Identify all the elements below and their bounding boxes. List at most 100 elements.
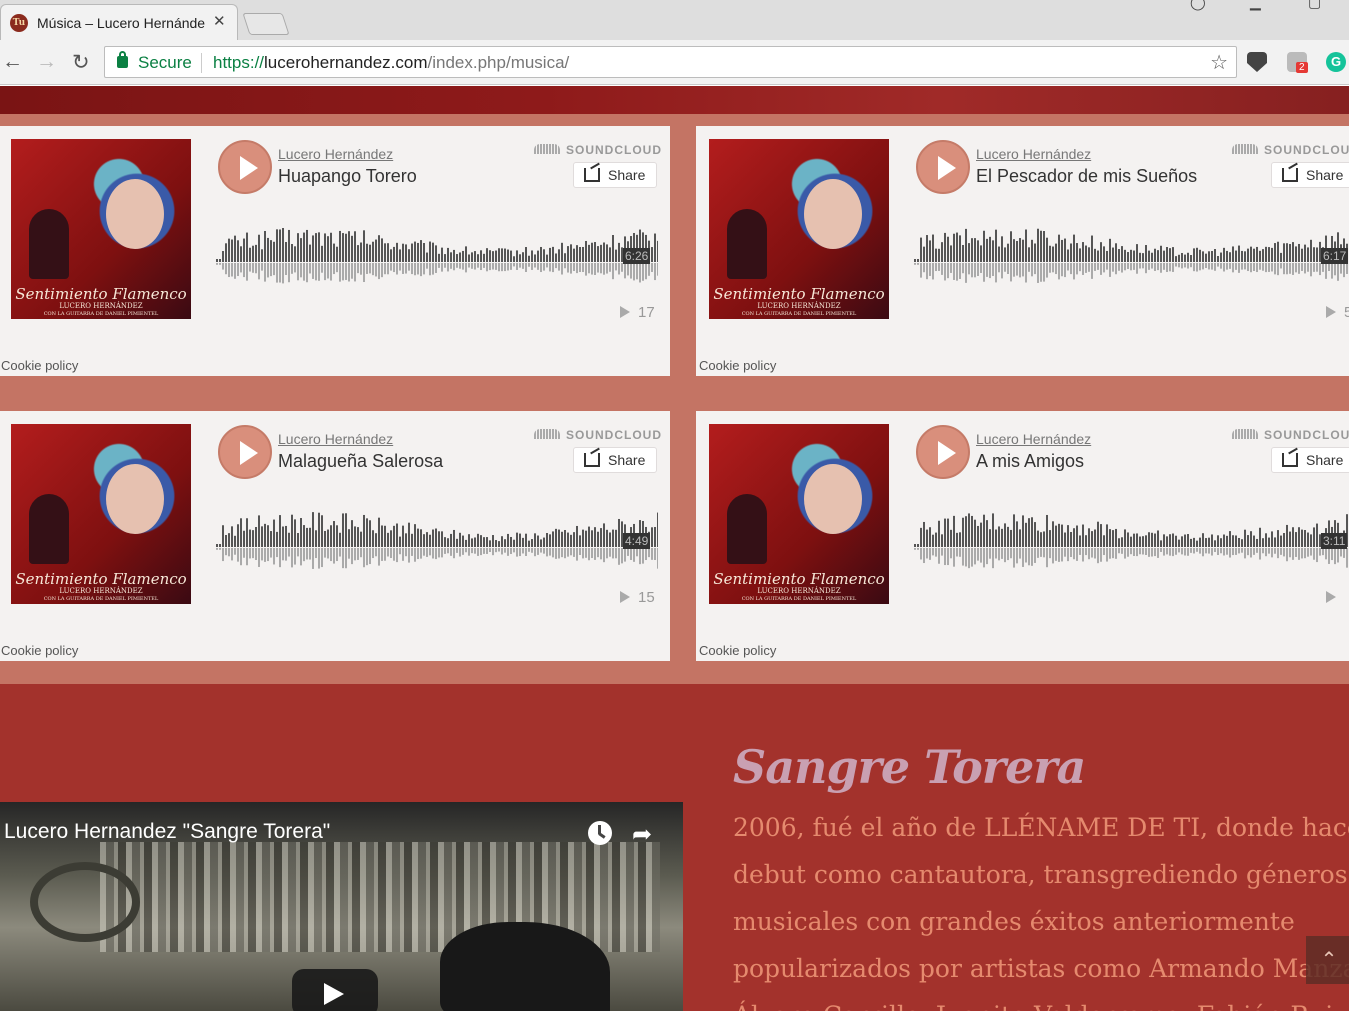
waveform-reflection [1067,548,1069,562]
play-button[interactable] [218,425,272,479]
waveform-bar [980,245,982,262]
new-tab-button[interactable] [242,13,290,35]
maximize-icon[interactable]: ▢ [1308,0,1321,11]
share-button[interactable]: Share [573,162,657,188]
share-button[interactable]: Share [573,447,657,473]
cookie-policy-link[interactable]: Cookie policy [699,358,776,373]
youtube-video-embed[interactable]: Lucero Hernandez "Sangre Torera" ➦ [0,802,683,1011]
waveform-bar [998,526,1000,547]
waveform-bar [459,532,461,547]
waveform[interactable] [914,212,1349,292]
album-art[interactable]: Sentimiento Flamenco LUCERO HERNÁNDEZ CO… [11,139,191,319]
waveform-reflection [486,548,488,554]
waveform-bar [1115,528,1117,547]
artist-link[interactable]: Lucero Hernández [278,146,393,162]
track-title[interactable]: Malagueña Salerosa [278,451,443,472]
bookmark-star-icon[interactable]: ☆ [1210,50,1228,75]
cookie-policy-link[interactable]: Cookie policy [699,643,776,658]
waveform-bar [657,240,658,262]
waveform-reflection [222,548,224,562]
waveform-reflection [929,548,931,560]
waveform-bar [1286,243,1288,262]
waveform-bar [312,235,314,262]
video-title[interactable]: Lucero Hernandez "Sangre Torera" [4,820,330,844]
track-title[interactable]: El Pescador de mis Sueños [976,166,1197,187]
cookie-policy-link[interactable]: Cookie policy [1,358,78,373]
pocket-extension-icon[interactable] [1247,52,1267,72]
waveform-reflection [1133,263,1135,270]
browser-tab[interactable]: Tu Música – Lucero Hernández ✕ [0,4,238,40]
youtube-play-button[interactable] [292,969,378,1011]
soundcloud-logo[interactable]: SOUNDCLOUD [534,428,662,442]
waveform-reflection [471,263,473,269]
browser-toolbar: ← → ↻ Secure https://lucerohernandez.com… [0,40,1349,85]
waveform-reflection [456,548,458,553]
artist-link[interactable]: Lucero Hernández [976,146,1091,162]
grammarly-icon[interactable]: G [1326,52,1346,72]
waveform-reflection [252,263,254,273]
waveform-bar [1199,249,1201,262]
artist-link[interactable]: Lucero Hernández [278,431,393,447]
watch-later-clock-icon[interactable] [588,821,612,845]
waveform[interactable] [216,497,658,577]
waveform-reflection [381,263,383,278]
reload-icon[interactable]: ↻ [72,50,90,75]
waveform-reflection [1046,263,1048,278]
artist-link[interactable]: Lucero Hernández [976,431,1091,447]
cookie-policy-link[interactable]: Cookie policy [1,643,78,658]
waveform-reflection [555,548,557,559]
waveform-reflection [489,263,491,271]
waveform-reflection [941,263,943,275]
album-art[interactable]: Sentimiento Flamenco LUCERO HERNÁNDEZ CO… [709,139,889,319]
soundcloud-logo[interactable]: SOUNDCLOUD [534,143,662,157]
waveform-bar [1007,243,1009,262]
waveform[interactable] [914,497,1349,577]
extension-icon[interactable]: 2 [1287,52,1308,73]
waveform-reflection [1127,263,1129,269]
waveform-bar [339,532,341,547]
waveform-bar [1214,249,1216,262]
waveform-bar [570,244,572,262]
soundcloud-logo[interactable]: SOUNDCLOUD [1232,143,1349,157]
waveform-reflection [645,548,647,561]
url-text[interactable]: https://lucerohernandez.com/index.php/mu… [213,53,569,73]
album-art[interactable]: Sentimiento Flamenco LUCERO HERNÁNDEZ CO… [11,424,191,604]
album-art[interactable]: Sentimiento Flamenco LUCERO HERNÁNDEZ CO… [709,424,889,604]
bio-line: debut como cantautora, transgrediendo gé… [733,860,1348,889]
waveform-bar [390,530,392,547]
minimize-icon[interactable]: ▁ [1250,0,1261,11]
waveform-reflection [516,263,518,270]
waveform-bar [1109,238,1111,262]
waveform-reflection [1247,548,1249,556]
scroll-to-top-button[interactable]: ⌃ [1306,936,1349,984]
waveform-reflection [498,548,500,552]
waveform[interactable] [216,212,658,292]
share-label: Share [1306,452,1344,468]
share-arrow-icon[interactable]: ➦ [632,820,652,849]
waveform-reflection [582,263,584,273]
waveform-reflection [369,263,371,274]
waveform-bar [603,523,605,547]
close-tab-icon[interactable]: ✕ [213,12,226,30]
share-button[interactable]: Share [1271,447,1349,473]
share-button[interactable]: Share [1271,162,1349,188]
waveform-reflection [273,548,275,565]
back-arrow-icon[interactable]: ← [2,50,23,74]
play-button[interactable] [916,425,970,479]
waveform-bar [1289,244,1291,262]
waveform-reflection [989,263,991,279]
waveform-reflection [1148,548,1150,557]
waveform-bar [1004,247,1006,262]
play-button[interactable] [916,140,970,194]
waveform-bar [324,233,326,262]
track-title[interactable]: Huapango Torero [278,166,417,187]
waveform-reflection [450,548,452,556]
forward-arrow-icon[interactable]: → [36,50,57,74]
waveform-reflection [1262,263,1264,271]
track-title[interactable]: A mis Amigos [976,451,1084,472]
waveform-reflection [570,548,572,556]
address-bar[interactable]: Secure https://lucerohernandez.com/index… [104,46,1237,78]
play-button[interactable] [218,140,272,194]
soundcloud-logo[interactable]: SOUNDCLOUD [1232,428,1349,442]
profile-icon[interactable]: ◯ [1190,0,1206,11]
